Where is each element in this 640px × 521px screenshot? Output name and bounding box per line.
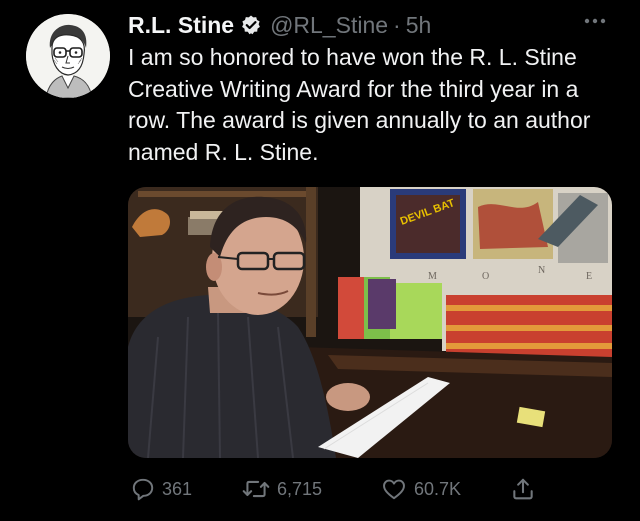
- author-handle[interactable]: @RL_Stine: [270, 12, 388, 39]
- tweet-actions: 361 6,715 60.7K: [128, 474, 618, 504]
- retweet-icon: [241, 476, 271, 502]
- share-icon: [510, 476, 536, 502]
- verified-badge-icon: [240, 14, 262, 36]
- share-button[interactable]: [510, 474, 536, 504]
- tweet-text: I am so honored to have won the R. L. St…: [128, 44, 591, 165]
- tweet-header: R.L. Stine @RL_Stine · 5h: [128, 8, 431, 42]
- tweet: R.L. Stine @RL_Stine · 5h I am so honore…: [0, 0, 640, 521]
- svg-text:O: O: [482, 271, 489, 282]
- timestamp[interactable]: 5h: [406, 12, 432, 39]
- reply-button[interactable]: 361: [130, 474, 192, 504]
- retweet-count: 6,715: [277, 478, 323, 499]
- reply-count: 361: [162, 478, 193, 499]
- avatar[interactable]: [26, 14, 110, 98]
- svg-text:E: E: [586, 271, 592, 282]
- heart-icon: [380, 476, 408, 502]
- photo-author-reading-at-desk: DEVIL BAT M O N E: [128, 187, 612, 458]
- svg-text:M: M: [428, 271, 437, 282]
- author-name[interactable]: R.L. Stine: [128, 12, 234, 39]
- like-count: 60.7K: [414, 478, 462, 499]
- author-portrait-icon: [26, 14, 110, 98]
- tweet-media-photo[interactable]: DEVIL BAT M O N E: [128, 187, 612, 458]
- svg-text:N: N: [538, 265, 545, 276]
- separator-dot: ·: [393, 11, 401, 38]
- reply-icon: [130, 476, 156, 502]
- like-button[interactable]: 60.7K: [380, 474, 461, 504]
- more-options-icon[interactable]: [582, 14, 608, 26]
- retweet-button[interactable]: 6,715: [241, 474, 322, 504]
